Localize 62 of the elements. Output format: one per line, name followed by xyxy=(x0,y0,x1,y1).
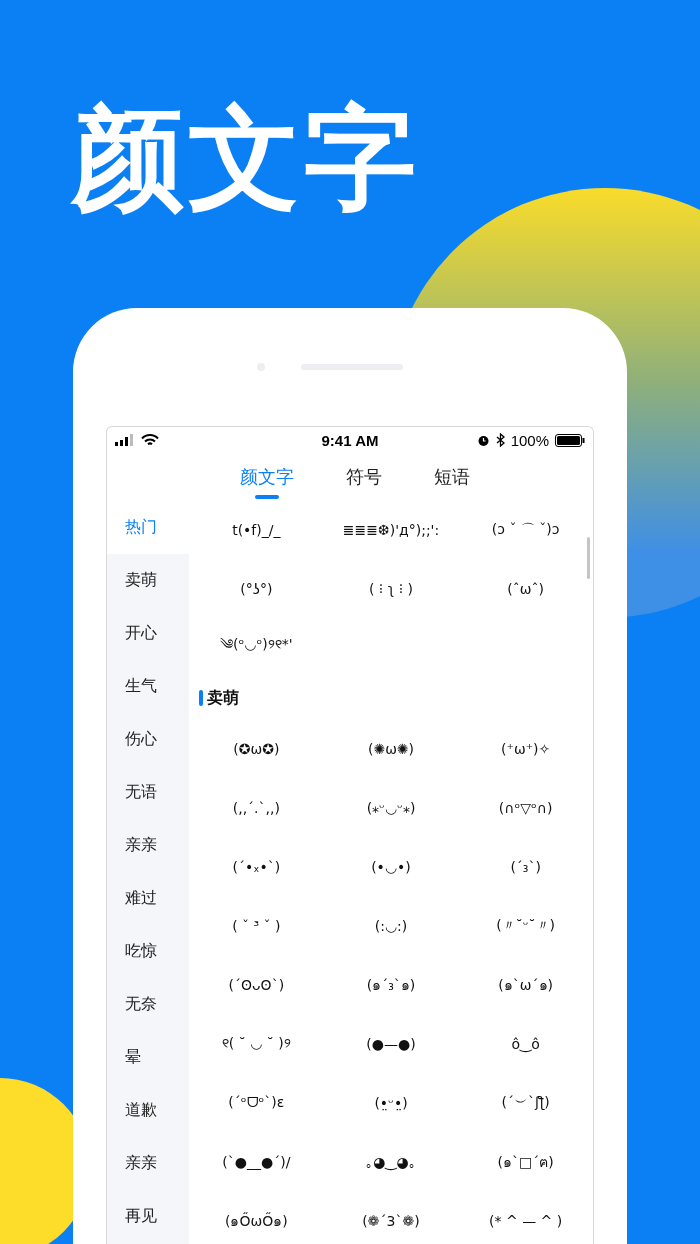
kaomoji-item[interactable]: (•◡•) xyxy=(323,837,459,896)
kaomoji-item[interactable]: (°ʖ°) xyxy=(189,559,324,618)
category-item[interactable]: 再见 xyxy=(107,1190,189,1243)
category-item[interactable]: 无奈 xyxy=(107,978,189,1031)
category-item[interactable]: 吃惊 xyxy=(107,925,189,978)
status-time: 9:41 AM xyxy=(321,431,379,449)
kaomoji-item[interactable]: (๑ŐωŐ๑) xyxy=(189,1191,324,1244)
tab[interactable]: 符号 xyxy=(340,453,388,501)
category-item[interactable]: 热门 xyxy=(107,501,189,554)
kaomoji-item[interactable]: ≣≣≣❆)'д°);;': xyxy=(323,501,459,559)
kaomoji-item[interactable]: (´ᵒᗜᵒ`)ɛ xyxy=(189,1073,324,1132)
kaomoji-item[interactable]: ô‿ô xyxy=(458,1014,593,1073)
battery-percent: 100% xyxy=(510,431,549,449)
category-item[interactable]: 道歉 xyxy=(107,1084,189,1137)
category-item[interactable]: 开心 xyxy=(107,607,189,660)
kaomoji-item[interactable]: t(•f)_/_ xyxy=(189,501,324,559)
headline: 颜文字 xyxy=(72,96,420,220)
kaomoji-item[interactable]: (๑ˋωˊ๑) xyxy=(458,955,593,1014)
kaomoji-item[interactable]: (ˊ₃ˋ) xyxy=(458,837,593,896)
category-item[interactable]: 亲亲 xyxy=(107,1137,189,1190)
kaomoji-item[interactable]: (〃˘ᵕ˘〃) xyxy=(458,896,593,955)
kaomoji-item[interactable]: (๑ˊ₃ˋ๑) xyxy=(323,955,459,1014)
kaomoji-item[interactable]: (´ʘᴗʘ`) xyxy=(189,955,324,1014)
kaomoji-item[interactable]: (`●__●´)/ xyxy=(189,1132,324,1191)
category-item[interactable]: 伤心 xyxy=(107,713,189,766)
section-marker xyxy=(199,690,203,706)
kaomoji-item[interactable]: (⁺ω⁺)✧ xyxy=(458,719,593,778)
kaomoji-item[interactable]: (,,ˊ.ˋ,,) xyxy=(189,778,324,837)
category-item[interactable]: 无语 xyxy=(107,766,189,819)
bluetooth-icon xyxy=(495,433,505,447)
kaomoji-item[interactable]: (ɔ ˇ ⌒ ˇ)ɔ xyxy=(458,501,593,559)
signal-icon xyxy=(115,434,135,446)
tab[interactable]: 短语 xyxy=(428,453,476,501)
section-title: 卖萌 xyxy=(207,687,239,708)
kaomoji-item[interactable]: (ˆωˆ) xyxy=(458,559,593,618)
kaomoji-item[interactable]: (:◡:) xyxy=(323,896,459,955)
kaomoji-item[interactable]: ｡◕‿◕｡ xyxy=(323,1132,459,1191)
kaomoji-item[interactable]: (✺ω✺) xyxy=(323,719,459,778)
kaomoji-item[interactable]: (* ^ — ^ ) xyxy=(458,1191,593,1244)
kaomoji-item[interactable]: (∩ᵒ▽ᵒ∩) xyxy=(458,778,593,837)
kaomoji-item[interactable]: (´︶`ʃƪ) xyxy=(458,1073,593,1132)
category-item[interactable]: 难过 xyxy=(107,872,189,925)
category-item[interactable]: 卖萌 xyxy=(107,554,189,607)
alarm-icon xyxy=(476,433,490,447)
kaomoji-item[interactable]: (✪ω✪) xyxy=(189,719,324,778)
kaomoji-item[interactable]: ༄(ᵒ◡ᵒ)୨୧*' xyxy=(189,618,324,677)
tab[interactable]: 颜文字 xyxy=(234,453,300,501)
battery-icon xyxy=(555,433,585,447)
kaomoji-item[interactable]: ( ˇ ³ ˇ ) xyxy=(189,896,324,955)
scrollbar xyxy=(587,537,590,579)
kaomoji-item[interactable]: (´•ₓ•`) xyxy=(189,837,324,896)
kaomoji-item[interactable]: (๑ˋ□ˊฅ) xyxy=(458,1132,593,1191)
kaomoji-item[interactable]: (⁎ᵕ◡ᵕ⁎) xyxy=(323,778,459,837)
category-item[interactable]: 生气 xyxy=(107,660,189,713)
kaomoji-item[interactable]: ୧( ˘ ◡ ˘ )୨ xyxy=(189,1014,324,1073)
kaomoji-item[interactable]: (●—●) xyxy=(323,1014,459,1073)
wifi-icon xyxy=(141,433,159,447)
kaomoji-item[interactable]: ( ⁝ ʅ ⁝ ) xyxy=(323,559,459,618)
category-item[interactable]: 亲亲 xyxy=(107,819,189,872)
kaomoji-item[interactable]: (•̤ᵕ•̤) xyxy=(323,1073,459,1132)
kaomoji-item[interactable]: (❁´3`❁) xyxy=(323,1191,459,1244)
category-item[interactable]: 晕 xyxy=(107,1031,189,1084)
